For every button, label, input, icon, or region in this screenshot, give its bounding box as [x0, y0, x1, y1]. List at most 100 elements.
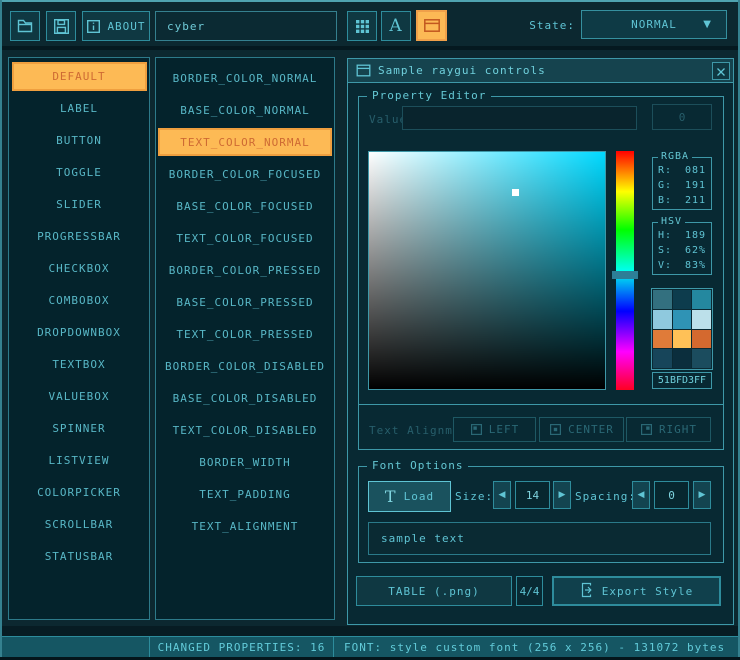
state-dropdown[interactable]: NORMAL ▼ [581, 10, 727, 39]
list-item-label[interactable]: LABEL [12, 94, 147, 123]
value-input[interactable] [402, 106, 637, 130]
properties-list: BORDER_COLOR_NORMAL BASE_COLOR_NORMAL TEXT… [155, 57, 335, 620]
close-button[interactable] [712, 62, 730, 80]
spacing-increase-button[interactable]: ▶ [693, 481, 711, 509]
font-options-group: Font Options T Load Size: ◀ 14 ▶ Spacing… [358, 466, 724, 563]
format-counter[interactable]: 4/4 [516, 576, 543, 606]
color-palette-grid [651, 288, 713, 370]
sample-text-input[interactable]: sample text [368, 522, 711, 555]
list-item-statusbar[interactable]: STATUSBAR [12, 542, 147, 571]
color-cursor[interactable] [512, 189, 519, 196]
list-item-border_color_disabled[interactable]: BORDER_COLOR_DISABLED [158, 352, 332, 380]
size-decrease-button[interactable]: ◀ [493, 481, 511, 509]
palette-color-swatch[interactable] [692, 290, 711, 309]
list-item-slider[interactable]: SLIDER [12, 190, 147, 219]
font-load-label: Load [404, 490, 435, 503]
sample-text-value: sample text [381, 532, 465, 545]
align-right-icon [640, 423, 653, 436]
saturation-value-picker[interactable] [368, 151, 606, 390]
rgba-r-row: R:081 [653, 163, 711, 178]
spacing-label: Spacing: [575, 490, 636, 503]
palette-color-swatch[interactable] [673, 330, 692, 349]
folder-open-icon [16, 18, 34, 34]
hue-slider-handle[interactable] [612, 271, 638, 279]
list-item-colorpicker[interactable]: COLORPICKER [12, 478, 147, 507]
align-left-label: LEFT [489, 423, 520, 436]
list-item-text_color_disabled[interactable]: TEXT_COLOR_DISABLED [158, 416, 332, 444]
info-icon [86, 19, 101, 34]
open-style-button[interactable] [10, 11, 40, 41]
about-button[interactable]: ABOUT [82, 11, 150, 41]
list-item-checkbox[interactable]: CHECKBOX [12, 254, 147, 283]
font-load-button[interactable]: T Load [368, 481, 451, 512]
rgba-b-row: B:211 [653, 193, 711, 208]
size-value-box[interactable]: 14 [515, 481, 550, 509]
font-atlas-button[interactable]: A [381, 11, 411, 41]
align-center-icon [549, 423, 562, 436]
align-center-button[interactable]: CENTER [539, 417, 624, 442]
palette-color-swatch[interactable] [692, 330, 711, 349]
spacing-decrease-button[interactable]: ◀ [632, 481, 650, 509]
list-item-dropdownbox[interactable]: DROPDOWNBOX [12, 318, 147, 347]
value-spinner-label: 0 [679, 111, 686, 124]
save-style-button[interactable] [46, 11, 76, 41]
palette-color-swatch[interactable] [673, 349, 692, 368]
palette-color-swatch[interactable] [653, 310, 672, 329]
list-item-progressbar[interactable]: PROGRESSBAR [12, 222, 147, 251]
list-item-base_color_disabled[interactable]: BASE_COLOR_DISABLED [158, 384, 332, 412]
spacing-value-box[interactable]: 0 [654, 481, 689, 509]
style-name-input[interactable]: cyber [155, 11, 337, 41]
palette-color-swatch[interactable] [673, 310, 692, 329]
style-table-view-button[interactable] [416, 10, 447, 41]
export-format-button[interactable]: TABLE (.png) [356, 576, 512, 606]
close-icon [716, 62, 726, 81]
list-item-combobox[interactable]: COMBOBOX [12, 286, 147, 315]
palette-color-swatch[interactable] [653, 349, 672, 368]
list-item-listview[interactable]: LISTVIEW [12, 446, 147, 475]
list-item-text_color_pressed[interactable]: TEXT_COLOR_PRESSED [158, 320, 332, 348]
value-spinner-button[interactable]: 0 [652, 104, 712, 130]
list-item-border_color_pressed[interactable]: BORDER_COLOR_PRESSED [158, 256, 332, 284]
edit-grid-button[interactable] [347, 11, 377, 41]
align-right-button[interactable]: RIGHT [626, 417, 711, 442]
palette-color-swatch[interactable] [653, 290, 672, 309]
size-label: Size: [455, 490, 493, 503]
window-titlebar[interactable]: Sample raygui controls [348, 59, 733, 83]
font-t-icon: T [385, 489, 397, 505]
list-item-border_width[interactable]: BORDER_WIDTH [158, 448, 332, 476]
list-item-default[interactable]: DEFAULT [12, 62, 147, 91]
hue-slider[interactable] [616, 151, 634, 390]
list-item-text_padding[interactable]: TEXT_PADDING [158, 480, 332, 508]
list-item-text_color_focused[interactable]: TEXT_COLOR_FOCUSED [158, 224, 332, 252]
list-item-border_color_focused[interactable]: BORDER_COLOR_FOCUSED [158, 160, 332, 188]
palette-color-swatch[interactable] [692, 310, 711, 329]
hex-color-input[interactable]: 51BFD3FF [652, 372, 712, 389]
list-item-base_color_normal[interactable]: BASE_COLOR_NORMAL [158, 96, 332, 124]
palette-color-swatch[interactable] [673, 290, 692, 309]
letter-a-icon: A [389, 16, 402, 36]
floppy-save-icon [53, 18, 70, 35]
list-item-valuebox[interactable]: VALUEBOX [12, 382, 147, 411]
list-item-button[interactable]: BUTTON [12, 126, 147, 155]
state-label: State: [505, 19, 575, 32]
align-left-button[interactable]: LEFT [453, 417, 536, 442]
list-item-spinner[interactable]: SPINNER [12, 414, 147, 443]
palette-color-swatch[interactable] [653, 330, 672, 349]
arrow-left-icon: ◀ [638, 490, 645, 500]
list-item-base_color_focused[interactable]: BASE_COLOR_FOCUSED [158, 192, 332, 220]
chevron-down-icon: ▼ [703, 19, 712, 30]
list-item-text_color_normal[interactable]: TEXT_COLOR_NORMAL [158, 128, 332, 156]
export-style-button[interactable]: Export Style [552, 576, 721, 606]
hsv-group: HSV H:189 S:62% V:83% [652, 222, 712, 275]
palette-color-swatch[interactable] [692, 349, 711, 368]
size-increase-button[interactable]: ▶ [553, 481, 571, 509]
list-item-text_alignment[interactable]: TEXT_ALIGNMENT [158, 512, 332, 540]
window-icon [356, 64, 371, 77]
list-item-border_color_normal[interactable]: BORDER_COLOR_NORMAL [158, 64, 332, 92]
list-item-toggle[interactable]: TOGGLE [12, 158, 147, 187]
list-item-textbox[interactable]: TEXTBOX [12, 350, 147, 379]
list-item-scrollbar[interactable]: SCROLLBAR [12, 510, 147, 539]
list-item-base_color_pressed[interactable]: BASE_COLOR_PRESSED [158, 288, 332, 316]
hsv-s-row: S:62% [653, 243, 711, 258]
arrow-right-icon: ▶ [699, 490, 706, 500]
